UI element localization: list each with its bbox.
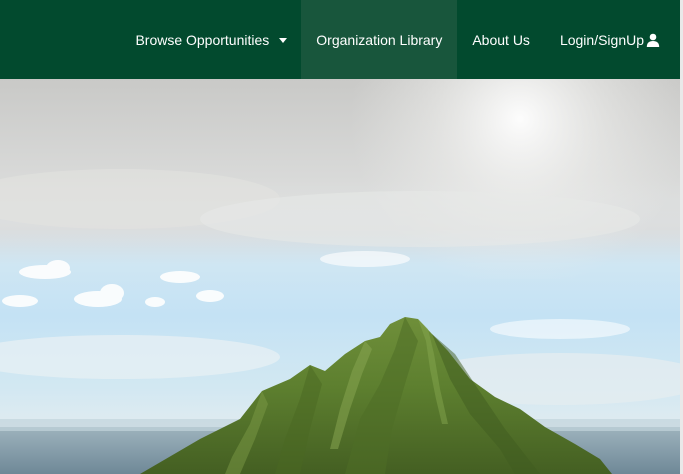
mountain-landscape-image [0,79,680,474]
nav-organization-library[interactable]: Organization Library [301,0,458,79]
nav-login-signup-label: Login/SignUp [559,31,644,48]
top-navbar: Browse Opportunities Organization Librar… [0,0,680,79]
nav-about-us[interactable]: About Us [457,0,545,79]
nav-about-us-label: About Us [472,31,530,48]
nav-browse-opportunities-label: Browse Opportunities [135,31,270,48]
user-icon [646,33,660,47]
nav-login-signup[interactable]: Login/SignUp [545,0,680,79]
hero-image [0,79,680,474]
nav-organization-library-label: Organization Library [316,31,443,48]
nav-browse-opportunities[interactable]: Browse Opportunities [120,0,301,79]
chevron-down-icon[interactable] [279,38,288,43]
